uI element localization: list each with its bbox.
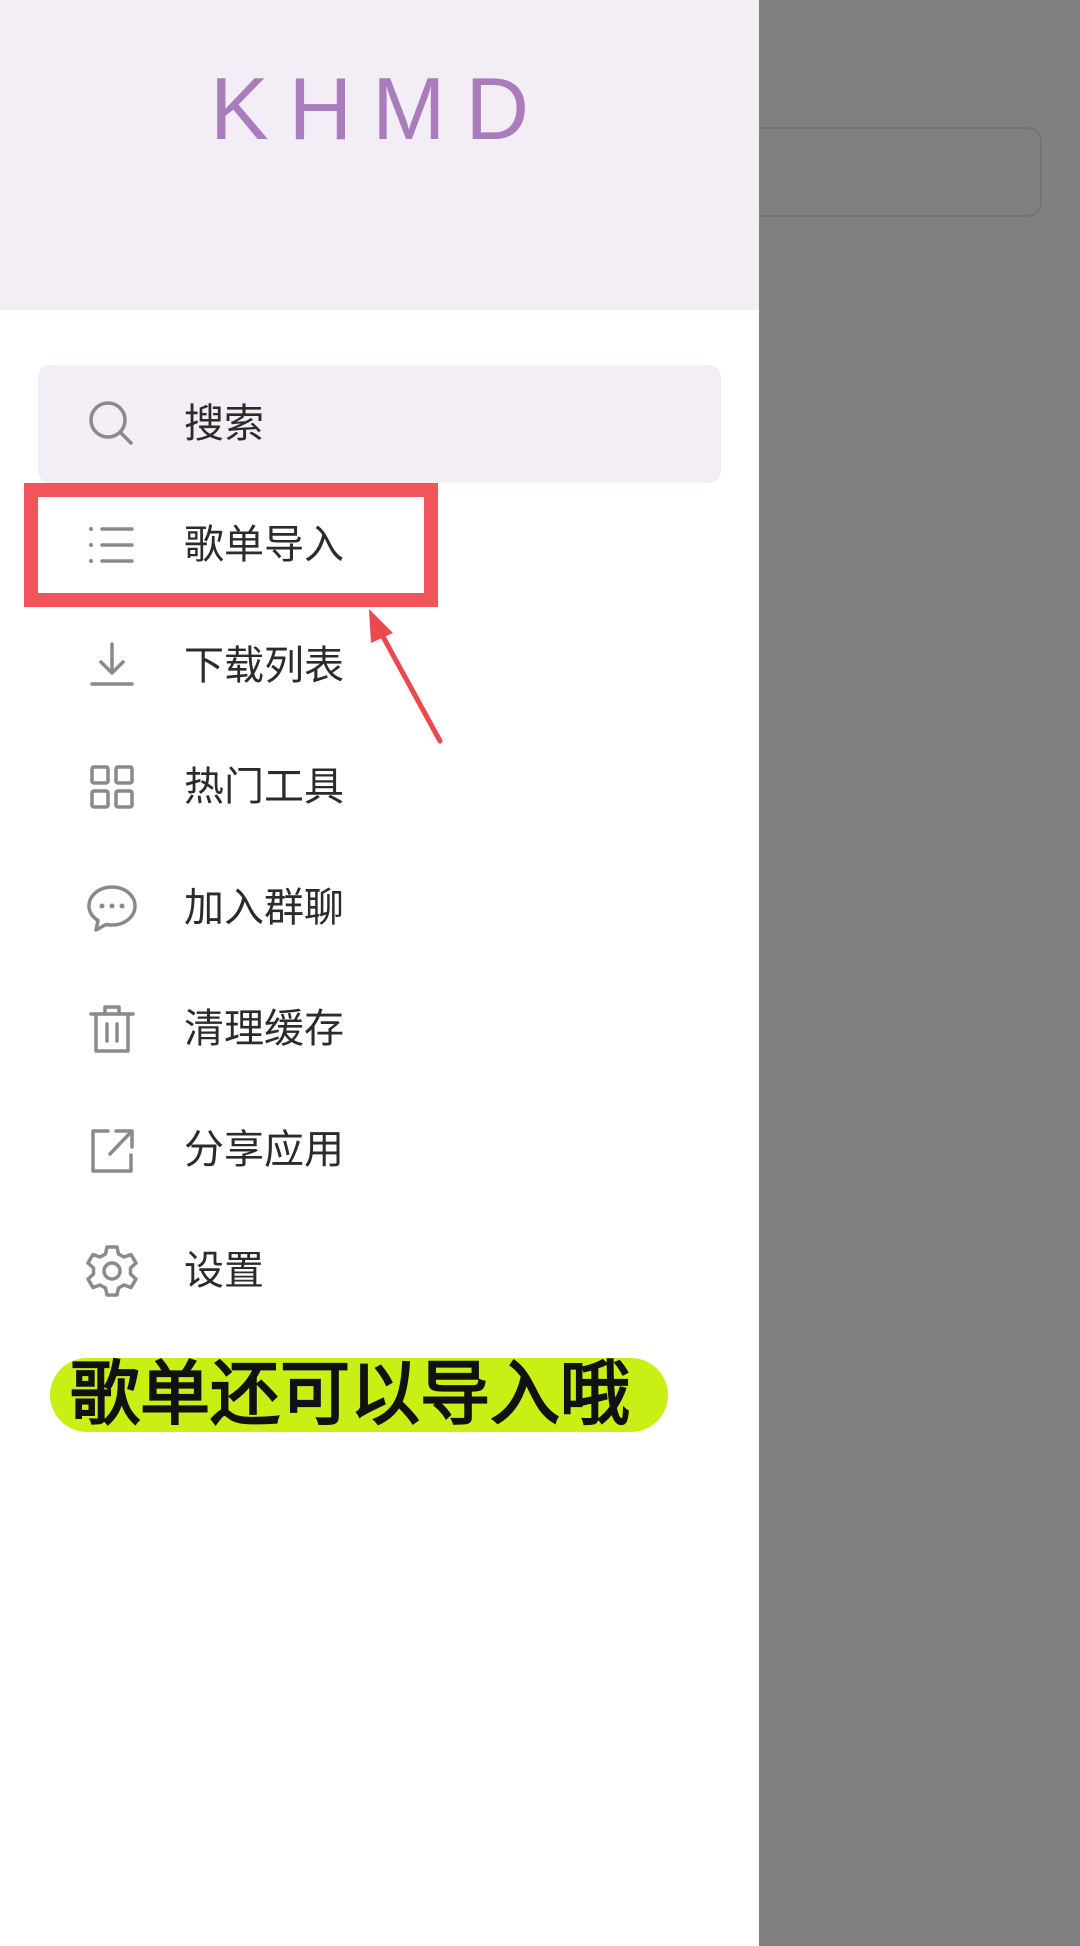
menu-item-label: 清理缓存 bbox=[184, 1006, 344, 1052]
share-icon bbox=[84, 1122, 140, 1178]
menu-item-settings[interactable]: 设置 bbox=[38, 1212, 721, 1330]
search-icon bbox=[84, 396, 140, 452]
background-search-bar bbox=[740, 127, 1042, 217]
download-icon bbox=[84, 638, 140, 694]
gear-icon bbox=[84, 1243, 140, 1299]
drawer-header: KHMD bbox=[0, 0, 759, 310]
app-logo: KHMD bbox=[209, 59, 550, 158]
highlight-annotation-box bbox=[24, 483, 438, 607]
menu-item-label: 分享应用 bbox=[184, 1127, 344, 1173]
menu-item-share-app[interactable]: 分享应用 bbox=[38, 1091, 721, 1209]
menu-item-label: 下载列表 bbox=[184, 643, 344, 689]
menu-item-label: 热门工具 bbox=[184, 764, 344, 810]
menu-item-search[interactable]: 搜索 bbox=[38, 365, 721, 483]
menu-item-join-group-chat[interactable]: 加入群聊 bbox=[38, 849, 721, 967]
annotation-caption: 歌单还可以导入哦 bbox=[70, 1353, 630, 1435]
trash-icon bbox=[84, 1001, 140, 1057]
menu-item-label: 设置 bbox=[184, 1248, 264, 1294]
menu-item-label: 加入群聊 bbox=[184, 885, 344, 931]
menu-item-label: 搜索 bbox=[184, 401, 264, 447]
menu-item-clear-cache[interactable]: 清理缓存 bbox=[38, 970, 721, 1088]
pointer-arrow-annotation bbox=[369, 609, 443, 744]
grid-icon bbox=[84, 759, 140, 815]
navigation-drawer: KHMD 搜索 歌单导入 下载列表 热门工具 加入群聊 清理缓存 分享应用 设置 bbox=[0, 0, 759, 1946]
chat-icon bbox=[84, 880, 140, 936]
